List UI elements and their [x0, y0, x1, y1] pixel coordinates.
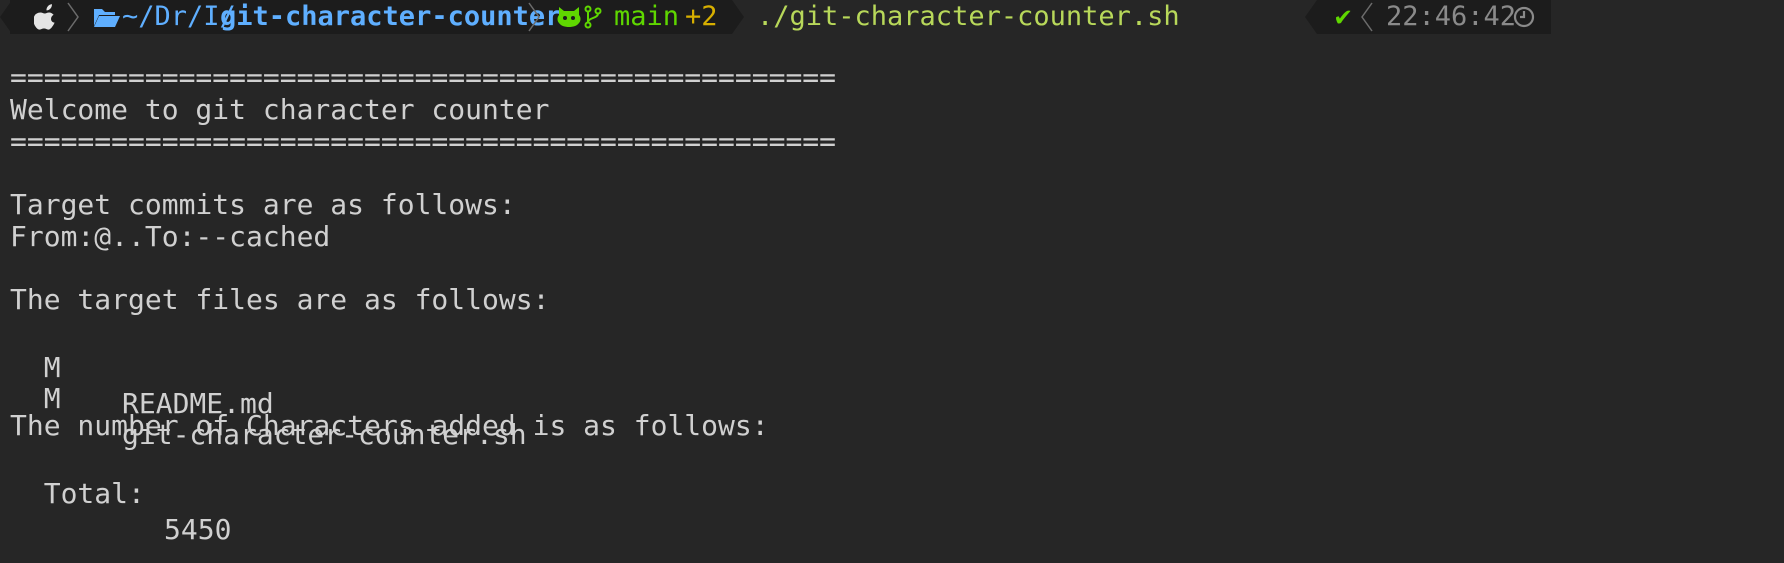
total-row: Total: 5450 — [10, 440, 232, 548]
clock-icon — [1513, 6, 1535, 28]
prompt-left-end — [732, 0, 744, 34]
folder-open-icon[interactable] — [93, 6, 121, 28]
shell-prompt: ~/Dr/I/ git-character-counter main +2 ./… — [0, 0, 1784, 34]
git-changes-count: +2 — [685, 1, 718, 32]
commits-heading: Target commits are as follows: — [10, 188, 516, 221]
banner-rule-top: ========================================… — [10, 61, 837, 94]
prompt-right-cap — [1305, 0, 1317, 34]
git-branch-icon — [584, 5, 602, 29]
apple-icon — [34, 4, 55, 30]
path-prefix[interactable]: ~/Dr/I/ — [122, 0, 236, 34]
count-heading: The number of Characters added is as fol… — [10, 409, 769, 442]
typed-command[interactable]: ./git-character-counter.sh — [757, 0, 1180, 34]
github-icon — [557, 7, 581, 27]
welcome-message: Welcome to git character counter — [10, 93, 550, 126]
total-value: 5450 — [164, 513, 232, 546]
commits-range: From:@..To:--cached — [10, 220, 331, 253]
path-current-directory[interactable]: git-character-counter — [220, 0, 561, 34]
prompt-left-cap — [0, 0, 12, 34]
segment-separator — [67, 2, 79, 32]
banner-rule-bottom: ========================================… — [10, 125, 837, 158]
git-branch-name: main — [614, 1, 680, 32]
check-icon: ✔ — [1335, 1, 1352, 32]
segment-separator — [528, 2, 540, 32]
files-heading: The target files are as follows: — [10, 283, 550, 316]
segment-separator — [1361, 2, 1373, 32]
total-label: Total: — [43, 477, 145, 510]
prompt-time: 22:46:42 — [1386, 1, 1517, 32]
